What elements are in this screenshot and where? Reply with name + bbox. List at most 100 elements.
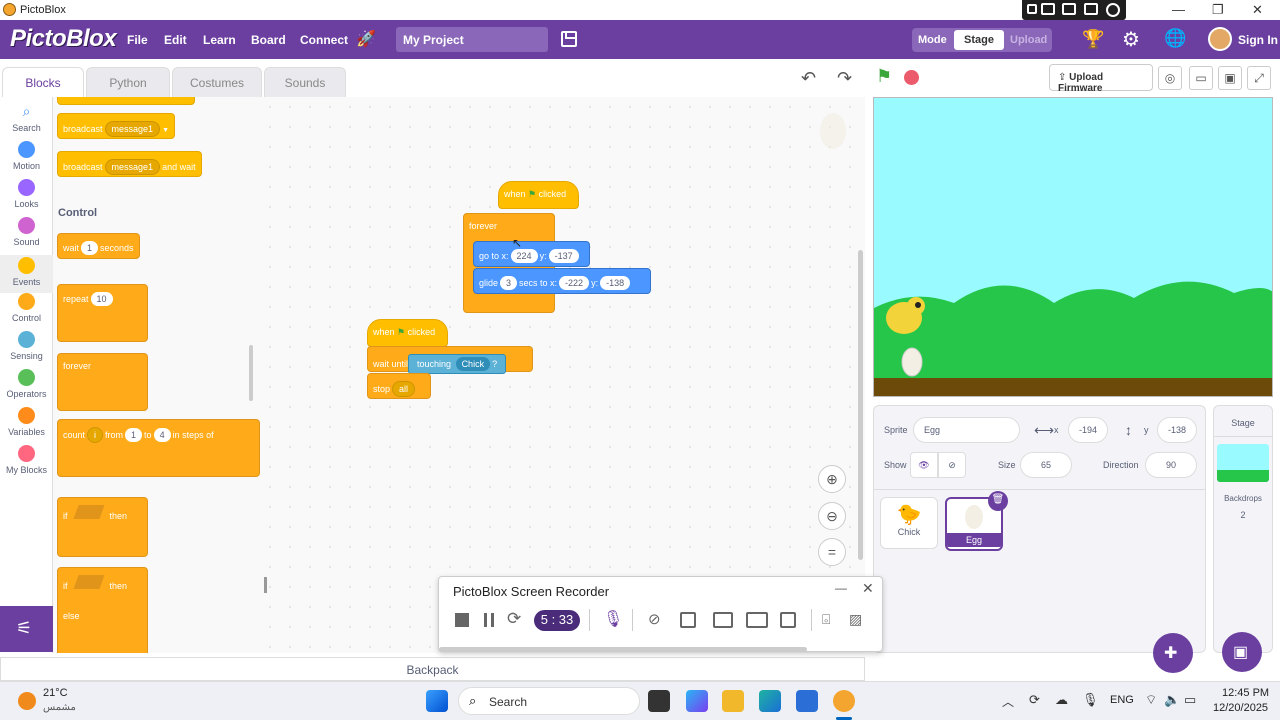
wait-until-block[interactable]: wait until touching Chick? bbox=[367, 346, 533, 374]
palette-collapse-handle[interactable] bbox=[264, 577, 267, 593]
minimize-button[interactable]: — bbox=[1172, 2, 1185, 17]
region-icon[interactable] bbox=[680, 612, 696, 628]
add-extension-button[interactable]: ⚟ bbox=[0, 606, 53, 652]
task-view-icon[interactable] bbox=[648, 690, 670, 712]
taskbar-search[interactable]: ⌕ Search bbox=[458, 687, 640, 715]
cloud-icon[interactable]: ☁ bbox=[1055, 692, 1068, 708]
to-input[interactable]: 4 bbox=[153, 428, 171, 442]
backpack-bar[interactable]: Backpack bbox=[0, 657, 865, 681]
glide-x-input[interactable]: -222 bbox=[559, 276, 590, 290]
save-icon[interactable] bbox=[561, 31, 577, 47]
workspace-scrollbar[interactable] bbox=[858, 250, 863, 560]
category-motion[interactable]: Motion bbox=[0, 141, 53, 171]
touching-block[interactable]: touching Chick? bbox=[408, 354, 507, 374]
goto-y-input[interactable]: -137 bbox=[548, 249, 579, 263]
maximize-button[interactable]: ❐ bbox=[1212, 2, 1224, 18]
category-sensing[interactable]: Sensing bbox=[0, 331, 53, 361]
windows-start-icon[interactable] bbox=[426, 690, 448, 712]
recorder-minimize-button[interactable]: — bbox=[835, 581, 847, 595]
when-flag-clicked-block[interactable]: when ⚑ clicked bbox=[498, 181, 579, 209]
category-my-blocks[interactable]: My Blocks bbox=[0, 445, 53, 475]
palette-if-then-else[interactable]: if then else bbox=[57, 567, 148, 653]
message-dropdown[interactable]: message1 bbox=[104, 159, 161, 175]
redo-icon[interactable]: ↷ bbox=[837, 68, 852, 89]
stop-button[interactable] bbox=[904, 70, 919, 85]
window-icon[interactable] bbox=[1084, 3, 1098, 15]
large-stage-icon[interactable]: ▣ bbox=[1218, 66, 1242, 90]
glide-block[interactable]: glide 3 secs to x: -222 y: -138 bbox=[473, 268, 651, 294]
glide-secs-input[interactable]: 3 bbox=[500, 276, 518, 290]
screenshot-icon[interactable] bbox=[780, 612, 796, 628]
pause-icon[interactable] bbox=[484, 613, 494, 627]
gallery-icon[interactable]: ▨ bbox=[849, 611, 862, 628]
green-flag-button[interactable]: ⚑ bbox=[876, 66, 892, 87]
menu-edit[interactable]: Edit bbox=[164, 33, 187, 47]
window-capture-icon[interactable] bbox=[713, 612, 733, 628]
weather-sun-icon[interactable] bbox=[18, 692, 36, 710]
pictoblox-taskbar-icon[interactable] bbox=[833, 690, 855, 712]
video-icon[interactable] bbox=[1062, 3, 1076, 15]
from-input[interactable]: 1 bbox=[125, 428, 143, 442]
zoom-out-button[interactable]: ⊖ bbox=[818, 502, 846, 530]
stop-dropdown[interactable]: all bbox=[392, 381, 416, 397]
gear-icon[interactable] bbox=[1106, 3, 1120, 17]
menu-file[interactable]: File bbox=[127, 33, 148, 47]
message-dropdown[interactable]: message1 bbox=[104, 121, 161, 137]
sync-icon[interactable]: ⟳ bbox=[1029, 692, 1040, 708]
speaker-icon[interactable]: 🔈 bbox=[1164, 692, 1180, 708]
palette-broadcast[interactable]: broadcast message1 ▼ bbox=[57, 113, 175, 139]
glide-y-input[interactable]: -138 bbox=[600, 276, 631, 290]
code-workspace[interactable]: when ⚑ clicked forever go to x: 224 y: -137… bbox=[260, 97, 865, 653]
clock-time[interactable]: 12:45 PM bbox=[1222, 687, 1269, 699]
stage-selector-panel[interactable]: Stage Backdrops 2 bbox=[1213, 405, 1273, 653]
show-hidden-button[interactable]: ⊘ bbox=[938, 452, 966, 478]
condition-slot[interactable] bbox=[72, 505, 105, 519]
tab-costumes[interactable]: Costumes bbox=[172, 67, 262, 97]
sprite-tile-chick[interactable]: 🐤 Chick bbox=[880, 497, 938, 549]
upload-firmware-button[interactable]: ⇪ Upload Firmware bbox=[1049, 64, 1153, 94]
when-flag-clicked-block-2[interactable]: when ⚑ clicked bbox=[367, 319, 448, 347]
tab-python[interactable]: Python bbox=[86, 67, 170, 97]
category-operators[interactable]: Operators bbox=[0, 369, 53, 399]
y-input[interactable]: -138 bbox=[1157, 417, 1197, 443]
undo-icon[interactable]: ↶ bbox=[801, 68, 816, 89]
avatar[interactable] bbox=[1208, 27, 1232, 51]
battery-icon[interactable]: ▭ bbox=[1184, 692, 1196, 708]
copilot-icon[interactable] bbox=[686, 690, 708, 712]
palette-wait[interactable]: wait 1 seconds bbox=[57, 233, 140, 259]
category-looks[interactable]: Looks bbox=[0, 179, 53, 209]
small-stage-icon[interactable]: ▭ bbox=[1189, 66, 1213, 90]
repeat-input[interactable]: 10 bbox=[90, 292, 113, 306]
temperature[interactable]: 21°C bbox=[43, 687, 68, 699]
palette-count[interactable]: count i from 1 to 4 in steps of bbox=[57, 419, 260, 477]
zoom-in-button[interactable]: ⊕ bbox=[818, 465, 846, 493]
store-icon[interactable] bbox=[796, 690, 818, 712]
chevron-up-icon[interactable]: ︿ bbox=[1002, 693, 1014, 710]
stop-recording-icon[interactable] bbox=[455, 613, 469, 627]
wifi-icon[interactable]: ⌔ bbox=[1145, 692, 1157, 708]
direction-input[interactable]: 90 bbox=[1145, 452, 1197, 478]
menu-board[interactable]: Board bbox=[251, 33, 286, 47]
palette-if-then[interactable]: if then bbox=[57, 497, 148, 557]
fullscreen-icon[interactable]: ⤢ bbox=[1247, 66, 1271, 90]
goto-x-input[interactable]: 224 bbox=[510, 249, 538, 263]
trophy-icon[interactable]: 🏆 bbox=[1082, 29, 1104, 50]
camera-icon[interactable] bbox=[1041, 3, 1055, 15]
zoom-reset-button[interactable]: = bbox=[818, 538, 846, 566]
category-variables[interactable]: Variables bbox=[0, 407, 53, 437]
palette-block[interactable] bbox=[57, 97, 195, 105]
category-events[interactable]: Events bbox=[0, 255, 53, 293]
category-control[interactable]: Control bbox=[0, 293, 53, 323]
rocket-icon[interactable]: 🚀 bbox=[356, 29, 376, 49]
palette-forever[interactable]: forever bbox=[57, 353, 148, 411]
wait-input[interactable]: 1 bbox=[81, 241, 99, 255]
project-name-input[interactable]: My Project bbox=[396, 27, 548, 52]
capture-icon[interactable]: ⌻ bbox=[822, 611, 830, 628]
stop-block[interactable]: stop all bbox=[367, 373, 431, 399]
palette-repeat[interactable]: repeat 10 bbox=[57, 284, 148, 342]
microphone-icon[interactable]: 🎙 bbox=[1082, 692, 1099, 708]
restart-icon[interactable]: ⟳ bbox=[507, 609, 521, 629]
gear-icon[interactable]: ⚙ bbox=[1122, 27, 1140, 52]
camera-off-icon[interactable]: ⊘ bbox=[648, 610, 661, 628]
microphone-icon[interactable]: 🎙 bbox=[603, 609, 623, 629]
